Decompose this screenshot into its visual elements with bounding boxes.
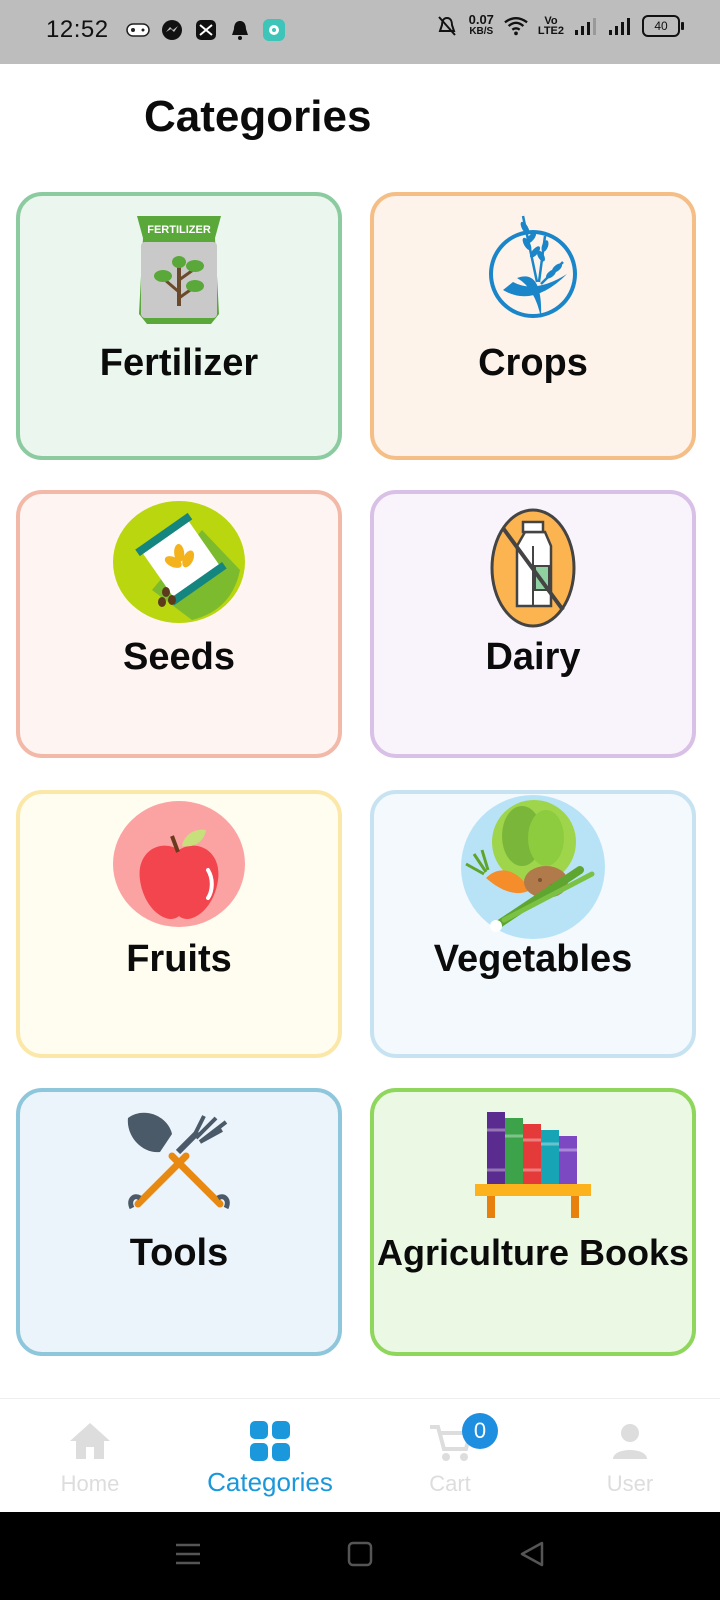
milk-carton-icon	[490, 508, 576, 628]
signal-2-icon	[608, 14, 632, 38]
nav-categories[interactable]: Categories	[180, 1399, 360, 1513]
home-icon	[70, 1423, 110, 1459]
wifi-icon	[504, 14, 528, 38]
category-label: Tools	[129, 1232, 229, 1274]
vegetables-icon	[461, 795, 605, 939]
capcut-icon	[194, 18, 218, 42]
category-card-dairy[interactable]: Dairy	[370, 490, 696, 758]
battery-icon: 40	[642, 15, 684, 37]
notification-icons	[126, 18, 286, 42]
category-card-seeds[interactable]: Seeds	[16, 490, 342, 758]
category-card-fruits[interactable]: Fruits	[16, 790, 342, 1058]
user-icon	[613, 1424, 647, 1459]
status-bar: 12:52 0.07 KB/S Vo LTE2 40	[0, 0, 720, 64]
category-label: Seeds	[123, 636, 235, 678]
category-label: Dairy	[485, 636, 581, 678]
category-card-vegetables[interactable]: Vegetables	[370, 790, 696, 1058]
app-notification-icon	[262, 18, 286, 42]
cart-badge: 0	[462, 1413, 498, 1449]
category-label: Crops	[478, 342, 588, 384]
menu-icon[interactable]	[174, 1540, 202, 1568]
category-label: Vegetables	[433, 938, 633, 980]
network-speed: 0.07 KB/S	[468, 12, 494, 38]
shovel-fork-icon	[127, 1112, 230, 1210]
nav-label: User	[606, 1471, 654, 1496]
fertilizer-bag-text: FERTILIZER	[147, 224, 211, 236]
nav-home[interactable]: Home	[0, 1399, 180, 1513]
signal-1-icon	[574, 14, 598, 38]
category-card-agriculture-books[interactable]: Agriculture Books	[370, 1088, 696, 1356]
status-time: 12:52	[46, 16, 109, 43]
bookshelf-icon	[475, 1112, 591, 1218]
nav-label: Home	[60, 1471, 120, 1496]
mute-bell-icon	[435, 14, 459, 38]
category-card-crops[interactable]: Crops	[370, 192, 696, 460]
home-square-icon[interactable]	[346, 1540, 374, 1568]
nav-cart[interactable]: 0 Cart	[360, 1399, 540, 1513]
lte-label: LTE2	[537, 25, 564, 37]
bottom-navigation: Home Categories 0 Cart User	[0, 1398, 720, 1513]
bell-icon	[228, 18, 252, 42]
category-label: Fruits	[126, 938, 232, 980]
wheat-icon	[489, 215, 577, 318]
volte-indicator: Vo LTE2	[537, 16, 564, 37]
nav-label: Categories	[207, 1467, 333, 1497]
nav-user[interactable]: User	[540, 1399, 720, 1513]
category-card-fertilizer[interactable]: FERTILIZER Fertilizer	[16, 192, 342, 460]
grid-icon	[250, 1421, 290, 1461]
apple-icon	[113, 801, 245, 927]
fertilizer-bag-icon: FERTILIZER	[137, 216, 221, 324]
gamepad-icon	[126, 18, 150, 42]
nav-label: Cart	[429, 1471, 471, 1496]
category-card-tools[interactable]: Tools	[16, 1088, 342, 1356]
messenger-icon	[160, 18, 184, 42]
page-title: Categories	[144, 92, 372, 141]
category-label: Agriculture Books	[376, 1232, 690, 1273]
system-navigation-bar	[0, 1512, 720, 1600]
category-label: Fertilizer	[99, 342, 259, 384]
system-status-icons: 0.07 KB/S Vo LTE2 40	[435, 12, 684, 38]
network-speed-value: 0.07	[468, 12, 494, 27]
back-triangle-icon[interactable]	[518, 1540, 546, 1568]
seed-packet-icon	[113, 501, 245, 623]
network-speed-unit: KB/S	[469, 26, 494, 37]
